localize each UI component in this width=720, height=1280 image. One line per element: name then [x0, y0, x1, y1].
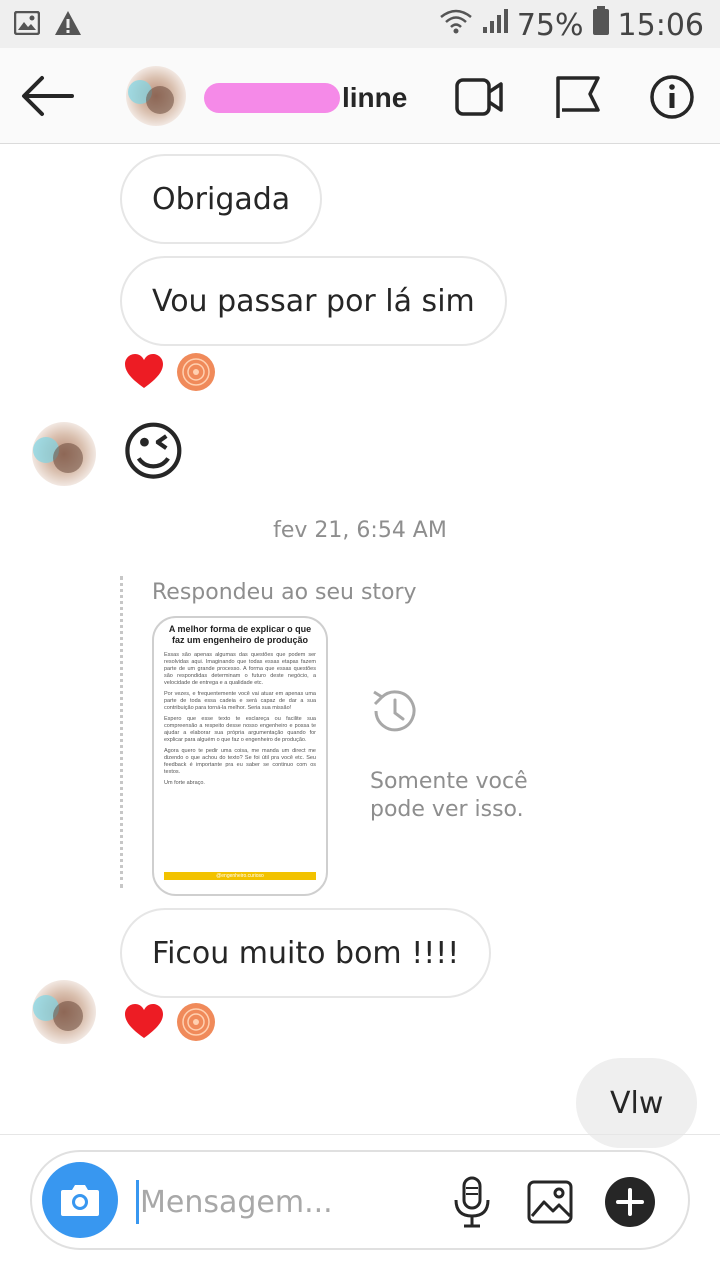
avatar[interactable] [126, 66, 186, 126]
story-paragraph: Essas são apenas algumas das questões qu… [164, 652, 316, 686]
story-title: A melhor forma de explicar o que faz um … [168, 624, 312, 645]
back-arrow-icon[interactable] [20, 74, 76, 118]
story-preview[interactable]: A melhor forma de explicar o que faz um … [152, 616, 328, 896]
camera-icon [61, 1185, 99, 1216]
clock: 15:06 [617, 7, 704, 43]
image-icon [13, 10, 41, 40]
story-paragraph: Agora quero te pedir uma coisa, me manda… [164, 748, 316, 775]
status-bar: 75% 15:06 [0, 0, 720, 48]
gallery-icon[interactable] [526, 1176, 574, 1228]
heart-icon [124, 354, 164, 395]
wifi-icon [439, 7, 473, 43]
heart-icon [124, 1004, 164, 1045]
story-paragraph: Um forte abraço. [164, 780, 205, 786]
message-composer [30, 1150, 690, 1250]
add-icon[interactable] [604, 1176, 656, 1228]
info-icon[interactable] [648, 74, 698, 120]
message-input[interactable] [136, 1176, 426, 1228]
reactor-avatar-icon [176, 1002, 216, 1047]
signal-icon [481, 7, 509, 43]
reply-divider [120, 576, 123, 888]
avatar[interactable] [32, 422, 96, 486]
message-bubble[interactable]: Ficou muito bom !!!! [120, 908, 492, 998]
avatar[interactable] [32, 980, 96, 1044]
username[interactable]: linne [204, 78, 407, 118]
reactions[interactable] [124, 352, 216, 397]
story-paragraph: Espero que esse texto te esclareça ou fa… [164, 716, 316, 743]
history-icon [366, 684, 420, 738]
private-notice: Somente você pode ver isso. [370, 769, 528, 822]
video-call-icon[interactable] [454, 74, 504, 120]
message-timestamp: fev 21, 6:54 AM [273, 518, 447, 543]
message-text: Obrigada [152, 181, 291, 217]
composer-divider [0, 1134, 720, 1135]
battery-icon [592, 6, 610, 44]
redacted-name [204, 83, 340, 113]
message-text: Ficou muito bom !!!! [152, 935, 460, 971]
wink-emoji[interactable]: 😉 [120, 412, 187, 492]
battery-percent: 75% [516, 7, 584, 43]
camera-button[interactable] [42, 1162, 118, 1238]
story-footer: @engenheiro.curioso [164, 872, 316, 880]
chat-header: linne [0, 48, 720, 144]
story-paragraph: Por vezes, e frequentemente você vai atu… [164, 691, 316, 711]
message-text: Vlw [610, 1085, 664, 1121]
message-text: Vou passar por lá sim [152, 283, 475, 319]
microphone-icon[interactable] [448, 1176, 496, 1228]
message-bubble[interactable]: Vou passar por lá sim [120, 256, 507, 346]
warning-icon [54, 10, 82, 41]
reactions[interactable] [124, 1002, 216, 1047]
message-bubble[interactable]: Obrigada [120, 154, 323, 244]
flag-icon[interactable] [554, 74, 604, 120]
username-suffix: linne [342, 82, 408, 113]
reactor-avatar-icon [176, 352, 216, 397]
story-reply-label: Respondeu ao seu story [152, 580, 417, 605]
